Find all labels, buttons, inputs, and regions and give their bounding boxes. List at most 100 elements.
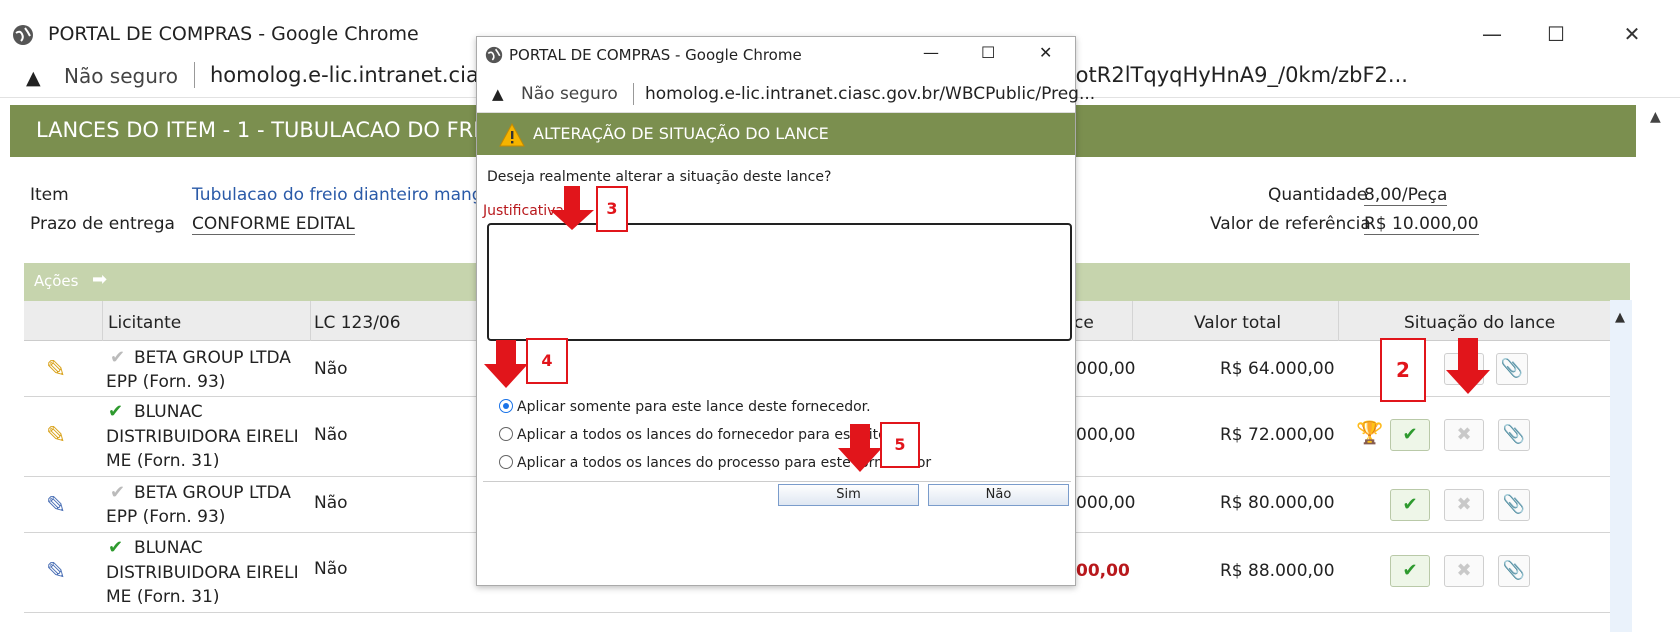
popup-title: PORTAL DE COMPRAS - Google Chrome <box>509 46 802 64</box>
col-licitante: Licitante <box>108 313 182 333</box>
annotation-arrow <box>496 340 516 366</box>
radio-icon[interactable] <box>499 427 513 441</box>
lc-value: Não <box>314 559 348 579</box>
edit-icon[interactable]: ✎ <box>46 557 66 585</box>
warning-triangle-icon <box>499 123 525 147</box>
popup-url-text[interactable]: homolog.e-lic.intranet.ciasc.gov.br/WBCP… <box>645 84 1095 104</box>
reject-button[interactable]: ✖ <box>1444 419 1484 451</box>
annotation-step-2: 2 <box>1380 338 1426 402</box>
check-gray-icon: ✔ <box>110 347 126 368</box>
radio-label: Aplicar somente para este lance deste fo… <box>517 399 871 415</box>
radio-label: Aplicar a todos os lances do fornecedor … <box>517 427 901 443</box>
gavel-icon[interactable]: ✎ <box>46 355 66 383</box>
accept-button[interactable]: ✔ <box>1390 555 1430 587</box>
licitante-name: BETA GROUP LTDA <box>134 348 291 368</box>
nao-button[interactable]: Não <box>928 484 1069 506</box>
annotation-arrow <box>1458 338 1478 372</box>
unit-value: 00,00 <box>1076 561 1130 581</box>
annotation-step-5: 5 <box>880 422 920 468</box>
lc-value: Não <box>314 425 348 445</box>
annotation-arrow-down-icon <box>550 210 594 230</box>
sim-button[interactable]: Sim <box>778 484 919 506</box>
radio-selected-icon[interactable] <box>499 399 513 413</box>
valor-ref-value: R$ 10.000,00 <box>1364 214 1479 235</box>
annotation-step-4: 4 <box>526 338 568 384</box>
total-value: R$ 80.000,00 <box>1220 493 1335 513</box>
table-scrollbar[interactable]: ▲ <box>1610 300 1632 632</box>
accept-button[interactable]: ✔ <box>1390 489 1430 521</box>
col-situacao: Situação do lance <box>1404 313 1556 333</box>
radio-apply-supplier-item[interactable]: Aplicar a todos os lances do fornecedor … <box>499 427 900 443</box>
popup-header: ALTERAÇÃO DE SITUAÇÃO DO LANCE <box>477 113 1075 155</box>
popup-not-secure-label: Não seguro <box>521 84 618 104</box>
reject-button[interactable]: ✖ <box>1444 555 1484 587</box>
warning-icon: ▲ <box>26 67 41 89</box>
total-value: R$ 72.000,00 <box>1220 425 1335 445</box>
page-scrollbar[interactable]: ▲ <box>1636 105 1680 632</box>
popup-close-button[interactable]: ✕ <box>1039 43 1052 62</box>
trophy-icon: 🏆 <box>1356 421 1384 446</box>
popup-address-bar[interactable]: ▲ Não seguro homolog.e-lic.intranet.cias… <box>477 75 1095 113</box>
popup-maximize-button[interactable]: ☐ <box>981 43 995 62</box>
prazo-label: Prazo de entrega <box>30 214 175 234</box>
attach-button[interactable]: 📎 <box>1498 489 1530 521</box>
attach-button[interactable]: 📎 <box>1496 353 1528 385</box>
maximize-button[interactable]: ☐ <box>1536 20 1576 48</box>
attach-button[interactable]: 📎 <box>1498 419 1530 451</box>
popup-window: PORTAL DE COMPRAS - Google Chrome — ☐ ✕ … <box>476 36 1095 586</box>
licitante-sub: DISTRIBUIDORA EIRELI <box>106 427 299 447</box>
popup-titlebar: PORTAL DE COMPRAS - Google Chrome — ☐ ✕ <box>477 37 1075 75</box>
licitante-name: BLUNAC <box>134 402 203 422</box>
actions-label[interactable]: Ações <box>34 272 78 290</box>
edit-icon[interactable]: ✎ <box>46 491 66 519</box>
item-label: Item <box>30 185 69 205</box>
address-separator <box>194 62 195 88</box>
attach-button[interactable]: 📎 <box>1498 555 1530 587</box>
annotation-arrow <box>850 424 870 450</box>
col-valor-total: Valor total <box>1194 313 1282 333</box>
total-value: R$ 88.000,00 <box>1220 561 1335 581</box>
valor-ref-label: Valor de referência <box>1210 214 1371 234</box>
quantidade-label: Quantidade <box>1268 185 1368 205</box>
annotation-arrow-down-icon <box>484 364 528 388</box>
licitante-sub2: ME (Forn. 31) <box>106 587 220 607</box>
popup-minimize-button[interactable]: — <box>923 43 939 62</box>
minimize-button[interactable]: — <box>1472 20 1512 48</box>
total-value: R$ 64.000,00 <box>1220 359 1335 379</box>
col-lc: LC 123/06 <box>314 313 401 333</box>
gavel-icon[interactable]: ✎ <box>46 421 66 449</box>
radio-icon[interactable] <box>499 455 513 469</box>
popup-divider <box>483 481 1071 482</box>
annotation-arrow-down-icon <box>1446 370 1490 394</box>
table-scroll-up-icon[interactable]: ▲ <box>1615 310 1625 325</box>
confirm-question: Deseja realmente alterar a situação dest… <box>487 169 832 185</box>
col-valor-unit: ce <box>1074 313 1094 333</box>
radio-apply-this-bid[interactable]: Aplicar somente para este lance deste fo… <box>499 399 871 415</box>
licitante-name: BLUNAC <box>134 538 203 558</box>
window-title: PORTAL DE COMPRAS - Google Chrome <box>48 23 419 45</box>
licitante-name: BETA GROUP LTDA <box>134 483 291 503</box>
scroll-up-icon[interactable]: ▲ <box>1650 109 1661 125</box>
licitante-sub2: ME (Forn. 31) <box>106 451 220 471</box>
address-separator <box>633 83 634 105</box>
justificativa-textarea[interactable] <box>487 223 1072 341</box>
prazo-value: CONFORME EDITAL <box>192 214 355 235</box>
check-green-icon: ✔ <box>108 537 124 558</box>
globe-icon <box>485 46 503 64</box>
annotation-arrow <box>564 186 580 212</box>
unit-value: 000,00 <box>1076 425 1136 445</box>
globe-icon <box>13 25 33 45</box>
quantidade-value: 8,00/Peça <box>1364 185 1448 206</box>
lc-value: Não <box>314 493 348 513</box>
licitante-sub: EPP (Forn. 93) <box>106 507 226 527</box>
annotation-step-3: 3 <box>596 186 628 232</box>
close-button[interactable]: ✕ <box>1612 20 1652 48</box>
reject-button[interactable]: ✖ <box>1444 489 1484 521</box>
arrow-right-icon[interactable]: ➡ <box>92 269 107 290</box>
accept-button[interactable]: ✔ <box>1390 419 1430 451</box>
warning-icon: ▲ <box>492 85 504 103</box>
annotation-arrow-down-icon <box>838 448 882 472</box>
not-secure-label: Não seguro <box>64 64 178 88</box>
licitante-sub: EPP (Forn. 93) <box>106 372 226 392</box>
licitante-sub: DISTRIBUIDORA EIRELI <box>106 563 299 583</box>
